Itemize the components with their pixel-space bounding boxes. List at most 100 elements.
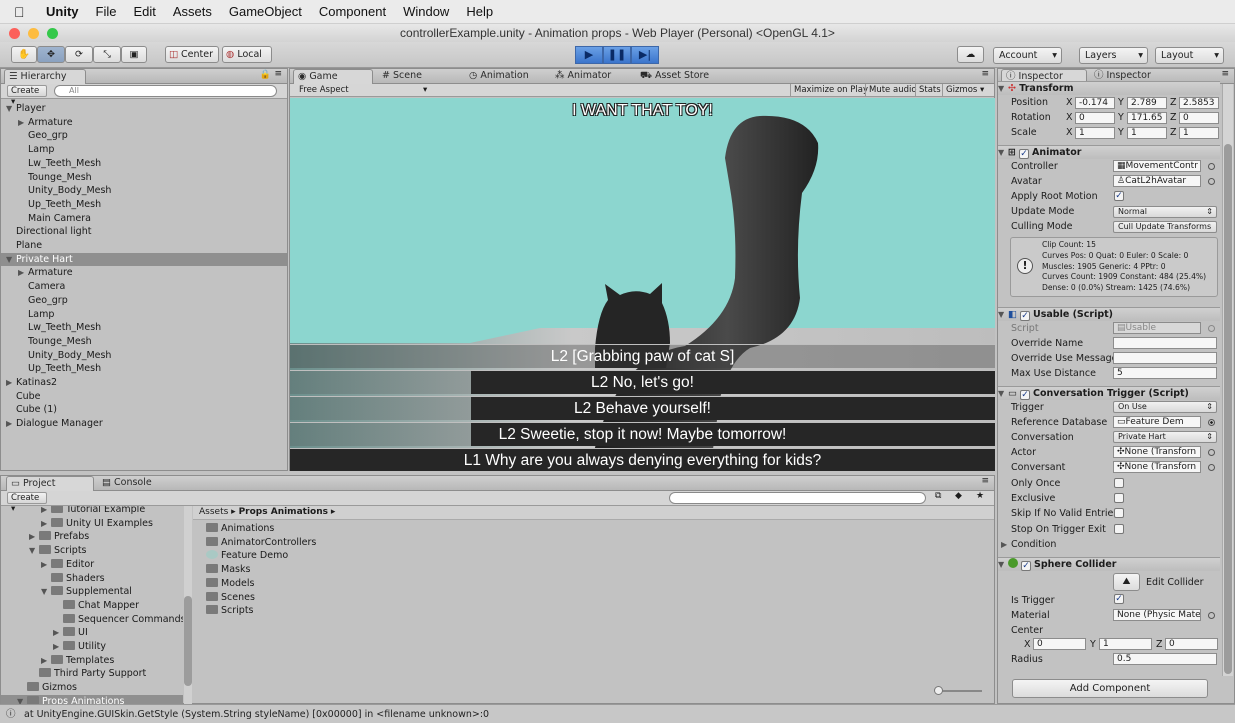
rotation-z-field[interactable]: 0 (1179, 112, 1219, 124)
add-component-button[interactable]: Add Component (1012, 679, 1208, 698)
object-picker-icon[interactable] (1208, 612, 1215, 619)
folder-tree-item[interactable]: Chat Mapper (1, 599, 183, 613)
maximize-window-button[interactable] (47, 28, 58, 39)
folder-tree-item[interactable]: ▶ Editor (1, 558, 183, 572)
apply-root-motion-checkbox[interactable]: ✓ (1114, 191, 1124, 201)
culling-mode-dropdown[interactable]: Cull Update Transforms (1113, 221, 1217, 233)
inspector-scrollbar[interactable] (1222, 84, 1233, 676)
animator-enabled-checkbox[interactable]: ✓ (1018, 149, 1029, 159)
rect-tool-button[interactable]: ▣ (121, 46, 147, 63)
condition-foldout[interactable]: ▶ Condition (1001, 539, 1056, 550)
hierarchy-item[interactable]: Geo_grp (1, 129, 287, 143)
status-bar[interactable]: ⓘ at UnityEngine.GUISkin.GetStyle (Syste… (0, 704, 1235, 723)
position-y-field[interactable]: 2.789 (1127, 97, 1167, 109)
tab-animator[interactable]: ⁂ Animator (551, 69, 631, 84)
conversant-field[interactable]: ✣None (Transforn (1113, 461, 1201, 473)
radius-input[interactable]: 0.5 (1113, 653, 1217, 665)
controller-field[interactable]: ▦MovementContr (1113, 160, 1201, 172)
only-once-checkbox[interactable] (1114, 478, 1124, 488)
conversation-trigger-header[interactable]: ▼ ▭ ✓ Conversation Trigger (Script) (998, 386, 1220, 400)
space-local-toggle[interactable]: ◍ Local (222, 46, 272, 63)
center-x-field[interactable]: 0 (1033, 638, 1086, 650)
panel-menu-icon[interactable]: ≡ (981, 476, 989, 486)
scale-z-field[interactable]: 1 (1179, 127, 1219, 139)
menu-file[interactable]: File (96, 4, 117, 19)
scale-tool-button[interactable]: ⤡ (93, 46, 121, 63)
position-z-field[interactable]: 2.5853 (1179, 97, 1219, 109)
menu-app-name[interactable]: Unity (46, 4, 79, 19)
tab-game[interactable]: ◉ Game (293, 69, 373, 84)
asset-item[interactable]: Animations (206, 522, 506, 536)
folder-tree-item[interactable]: Gizmos (1, 681, 183, 695)
pause-button[interactable]: ❚❚ (603, 46, 631, 64)
trigger-dropdown[interactable]: On Use ⇕ (1113, 401, 1217, 413)
hierarchy-item[interactable]: Plane (1, 239, 287, 253)
hierarchy-item[interactable]: Unity_Body_Mesh (1, 184, 287, 198)
expand-arrow-icon[interactable]: ▶ (18, 266, 28, 280)
account-dropdown[interactable]: Account ▾ (993, 47, 1062, 64)
expand-arrow-icon[interactable]: ▶ (6, 417, 16, 431)
hierarchy-item[interactable]: Lw_Teeth_Mesh (1, 321, 287, 335)
expand-arrow-icon[interactable]: ▶ (41, 654, 51, 668)
layers-dropdown[interactable]: Layers ▾ (1079, 47, 1148, 64)
hierarchy-item[interactable]: ▶ Katinas2 (1, 376, 287, 390)
folder-tree-item[interactable]: ▶ Tutorial Example (1, 506, 183, 517)
folder-tree-item[interactable]: ▼ Scripts (1, 544, 183, 558)
panel-menu-icon[interactable]: ≡ (981, 69, 989, 79)
expand-arrow-icon[interactable]: ▶ (6, 376, 16, 390)
object-picker-icon[interactable] (1208, 419, 1215, 426)
expand-arrow-icon[interactable]: ▶ (18, 116, 28, 130)
animator-header[interactable]: ▼ ⊞ ✓ Animator (998, 145, 1220, 159)
hierarchy-item[interactable]: Up_Teeth_Mesh (1, 362, 287, 376)
expand-arrow-icon[interactable]: ▶ (41, 517, 51, 531)
tab-hierarchy[interactable]: ☰ Hierarchy (4, 69, 86, 84)
center-y-field[interactable]: 1 (1099, 638, 1152, 650)
hierarchy-item[interactable]: Lamp (1, 143, 287, 157)
conversation-dropdown[interactable]: Private Hart ⇕ (1113, 431, 1217, 443)
transform-header[interactable]: ▼ ✣ Transform (998, 81, 1220, 95)
close-window-button[interactable] (9, 28, 20, 39)
response-button[interactable]: L2 Sweetie, stop it now! Maybe tomorrow! (290, 422, 995, 446)
menu-help[interactable]: Help (466, 4, 493, 19)
hierarchy-item[interactable]: Directional light (1, 225, 287, 239)
material-field[interactable]: None (Physic Mater (1113, 609, 1201, 621)
position-x-field[interactable]: -0.174 (1075, 97, 1115, 109)
icon-size-slider[interactable] (934, 686, 982, 695)
tab-console[interactable]: ▤ Console (98, 476, 178, 491)
asset-item[interactable]: Masks (206, 563, 506, 577)
aspect-dropdown[interactable]: Free Aspect (299, 84, 349, 96)
panel-menu-icon[interactable]: ≡ (1221, 69, 1229, 79)
hierarchy-item[interactable]: Tounge_Mesh (1, 171, 287, 185)
tab-asset-store[interactable]: ⛟ Asset Store (636, 69, 726, 84)
asset-item[interactable]: AnimatorControllers (206, 536, 506, 550)
filter-label-icon[interactable]: ◆ (955, 491, 962, 501)
expand-arrow-icon[interactable]: ▼ (6, 102, 16, 116)
stop-on-trigger-exit-checkbox[interactable] (1114, 524, 1124, 534)
gizmos-dropdown[interactable]: Gizmos ▾ (942, 84, 987, 96)
hierarchy-item[interactable]: ▶ Armature (1, 266, 287, 280)
object-picker-icon[interactable] (1208, 163, 1215, 170)
actor-field[interactable]: ✣None (Transforn (1113, 446, 1201, 458)
max-use-distance-input[interactable]: 5 (1113, 367, 1217, 379)
response-button[interactable]: L2 Behave yourself! (290, 396, 995, 420)
minimize-window-button[interactable] (28, 28, 39, 39)
expand-arrow-icon[interactable]: ▶ (41, 558, 51, 572)
expand-arrow-icon[interactable]: ▶ (41, 506, 51, 517)
tree-scrollbar[interactable] (184, 506, 192, 704)
hierarchy-item[interactable]: Cube (1) (1, 403, 287, 417)
move-tool-button[interactable]: ✥ (37, 46, 65, 63)
folder-tree-item[interactable]: ▶ Unity UI Examples (1, 517, 183, 531)
avatar-field[interactable]: ♙CatL2hAvatar (1113, 175, 1201, 187)
hierarchy-item[interactable]: Tounge_Mesh (1, 335, 287, 349)
object-picker-icon[interactable] (1208, 178, 1215, 185)
hierarchy-item[interactable]: ▶ Armature (1, 116, 287, 130)
asset-item[interactable]: Scripts (206, 604, 506, 618)
edit-collider-button[interactable]: ⛰ (1113, 573, 1140, 591)
hierarchy-item[interactable]: Geo_grp (1, 294, 287, 308)
scale-x-field[interactable]: 1 (1075, 127, 1115, 139)
usable-header[interactable]: ▼ ◧ ✓ Usable (Script) (998, 307, 1220, 321)
hierarchy-item[interactable]: Lw_Teeth_Mesh (1, 157, 287, 171)
expand-arrow-icon[interactable]: ▶ (29, 530, 39, 544)
center-z-field[interactable]: 0 (1165, 638, 1218, 650)
folder-tree-item[interactable]: ▼ Props Animations (1, 694, 183, 704)
